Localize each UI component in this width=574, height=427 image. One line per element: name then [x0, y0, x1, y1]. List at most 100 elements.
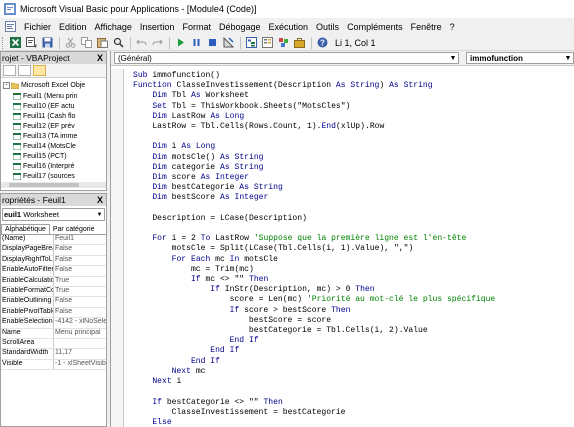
find-button[interactable] [111, 36, 126, 50]
module-icon[interactable] [5, 21, 16, 32]
code-line[interactable]: bestCategorie = Tbl.Cells(i, 2).Value [133, 326, 428, 335]
tree-node-feuil13[interactable]: Feuil13 (TA imme [13, 131, 77, 141]
tree-horizontal-scrollbar[interactable] [1, 182, 106, 188]
property-value[interactable] [54, 339, 106, 348]
code-line[interactable]: bestScore = score [133, 316, 331, 325]
code-line[interactable]: Sub immofunction() [133, 71, 220, 80]
tab-alphabetique[interactable]: Alphabétique [1, 224, 50, 234]
scrollbar-thumb[interactable] [9, 183, 79, 187]
procedure-combo[interactable]: immofunction ▼ [466, 52, 574, 64]
design-mode-button[interactable] [221, 36, 236, 50]
property-row[interactable]: DisplayPageBreak False [1, 245, 106, 256]
property-value[interactable]: False [54, 297, 106, 306]
property-row[interactable]: EnableSelection -4142 - xlNoSele [1, 318, 106, 329]
project-explorer-button[interactable] [244, 36, 259, 50]
code-line[interactable]: mc = Trim(mc) [133, 265, 254, 274]
properties-pane-close-icon[interactable]: X [94, 195, 106, 205]
code-line[interactable]: If bestCategorie <> "" Then [133, 398, 282, 407]
code-line[interactable]: End If [133, 346, 239, 355]
property-value[interactable]: True [54, 287, 106, 296]
reset-button[interactable] [205, 36, 220, 50]
tree-node-feuil14[interactable]: Feuil14 (MotsCle [13, 141, 76, 151]
property-row[interactable]: EnableAutoFilter False [1, 266, 106, 277]
code-line[interactable]: If mc <> "" Then [133, 275, 268, 284]
code-line[interactable]: If score > bestScore Then [133, 306, 351, 315]
code-line[interactable]: Set Tbl = ThisWorkbook.Sheets("MotsCles"… [133, 102, 350, 111]
code-line[interactable]: Dim bestScore As Integer [133, 193, 268, 202]
object-combo[interactable]: (Général) ▼ [114, 52, 459, 64]
menu-insertion[interactable]: Insertion [136, 22, 179, 32]
tree-node-feuil12[interactable]: Feuil12 (EF prév [13, 121, 75, 131]
property-row[interactable]: EnablePivotTable False [1, 307, 106, 319]
tree-node-feuil10[interactable]: Feuil10 (EF actu [13, 101, 74, 111]
property-value[interactable]: -4142 - xlNoSele [54, 318, 106, 327]
property-row[interactable]: Name Menu principal [1, 328, 106, 339]
menu-affichage[interactable]: Affichage [91, 22, 136, 32]
object-browser-button[interactable] [276, 36, 291, 50]
tree-node-feuil15[interactable]: Feuil15 (PCT) [13, 151, 67, 161]
code-line[interactable]: ClasseInvestissement = bestCategorie [133, 408, 346, 417]
code-line[interactable]: Dim bestCategorie As String [133, 183, 282, 192]
property-row[interactable]: EnableFormatCon True [1, 286, 106, 298]
tab-par-categorie[interactable]: Par catégorie [50, 225, 98, 234]
code-line[interactable]: For Each mc In motsCle [133, 255, 278, 264]
run-button[interactable] [173, 36, 188, 50]
code-line[interactable]: Next mc [133, 367, 206, 376]
insert-module-button[interactable] [24, 36, 39, 50]
menu-complements[interactable]: Compléments [343, 22, 407, 32]
view-object-button[interactable] [18, 65, 31, 76]
code-text[interactable]: Sub immofunction() Function ClasseInvest… [124, 69, 574, 427]
property-value[interactable]: Feuil1 [54, 235, 106, 244]
property-value[interactable]: False [54, 256, 106, 265]
property-value[interactable]: False [54, 266, 106, 275]
menu-fichier[interactable]: Fichier [20, 22, 55, 32]
property-value[interactable]: False [54, 245, 106, 254]
code-line[interactable]: Dim motsCle() As String [133, 153, 263, 162]
cut-button[interactable] [63, 36, 78, 50]
tree-node-feuil1[interactable]: Feuil1 (Menu prin [13, 91, 77, 101]
toolbox-button[interactable] [292, 36, 307, 50]
menu-fenetre[interactable]: Fenêtre [407, 22, 446, 32]
property-value[interactable]: 11,17 [54, 349, 106, 358]
copy-button[interactable] [79, 36, 94, 50]
property-value[interactable]: False [54, 308, 106, 317]
code-line[interactable]: Function ClasseInvestissement(Descriptio… [133, 81, 433, 90]
code-line[interactable]: Dim LastRow As Long [133, 112, 244, 121]
save-button[interactable] [40, 36, 55, 50]
object-selector[interactable]: euil1 Worksheet ▼ [2, 208, 105, 221]
help-button[interactable]: ? [315, 36, 330, 50]
tree-node-excel-objects[interactable]: - Microsoft Excel Obje [3, 80, 85, 90]
property-row[interactable]: Visible -1 - xlSheetVisib [1, 359, 106, 371]
code-line[interactable]: Dim categorie As String [133, 163, 263, 172]
code-line[interactable]: LastRow = Tbl.Cells(Rows.Count, 1).End(x… [133, 122, 384, 131]
menu-format[interactable]: Format [178, 22, 215, 32]
collapse-toggle-icon[interactable]: - [3, 81, 10, 89]
paste-button[interactable] [95, 36, 110, 50]
toolbar-grip[interactable] [2, 36, 5, 49]
break-button[interactable] [189, 36, 204, 50]
code-line[interactable]: Else [133, 418, 171, 427]
project-pane-close-icon[interactable]: X [94, 53, 106, 63]
code-line[interactable]: Description = LCase(Description) [133, 214, 307, 223]
property-value[interactable]: Menu principal [54, 329, 106, 338]
code-line[interactable]: Dim Tbl As Worksheet [133, 91, 249, 100]
code-line[interactable]: motsCle = Split(LCase(Tbl.Cells(i, 1).Va… [133, 244, 414, 253]
property-row[interactable]: EnableCalculation True [1, 276, 106, 287]
property-row[interactable]: DisplayRightToLef False [1, 255, 106, 267]
code-line[interactable]: If InStr(Description, mc) > 0 Then [133, 285, 374, 294]
code-line[interactable]: Dim i As Long [133, 142, 215, 151]
menu-outils[interactable]: Outils [312, 22, 343, 32]
toggle-folders-button[interactable] [33, 65, 46, 76]
tree-node-feuil17[interactable]: Feuil17 (sources [13, 171, 75, 181]
code-line[interactable]: Next i [133, 377, 181, 386]
undo-button[interactable] [134, 36, 149, 50]
code-line[interactable]: For i = 2 To LastRow 'Suppose que la pre… [133, 234, 466, 243]
code-line[interactable]: score = Len(mc) 'Priorité au mot-clé le … [133, 295, 496, 304]
properties-button[interactable] [260, 36, 275, 50]
code-line[interactable]: Dim score As Integer [133, 173, 249, 182]
redo-button[interactable] [150, 36, 165, 50]
property-value[interactable]: True [54, 277, 106, 286]
code-margin[interactable] [111, 69, 123, 427]
property-row[interactable]: StandardWidth 11,17 [1, 349, 106, 360]
menu-edition[interactable]: Edition [55, 22, 91, 32]
